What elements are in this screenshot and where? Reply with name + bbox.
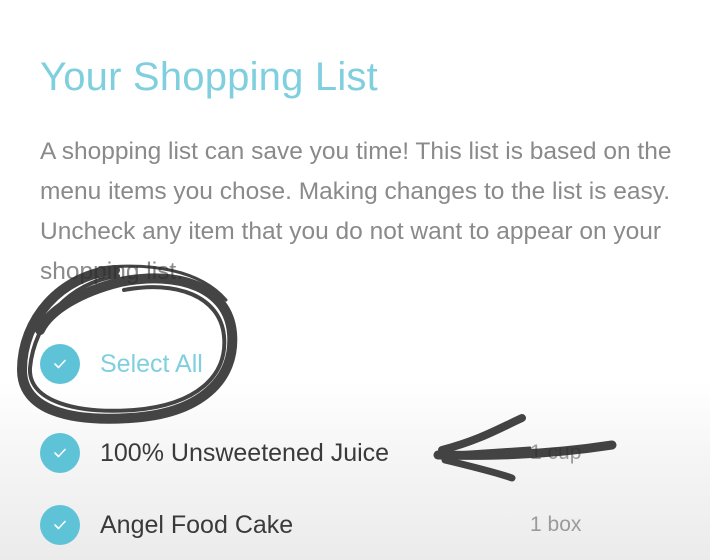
- item-quantity: 1 cup: [530, 441, 582, 464]
- list-item[interactable]: 100% Unsweetened Juice 1 cup: [40, 433, 620, 473]
- list-item[interactable]: Angel Food Cake 1 box: [40, 505, 620, 545]
- select-all-row[interactable]: Select All: [40, 344, 620, 384]
- item-quantity: 1 box: [530, 513, 582, 536]
- intro-text: A shopping list can save you time! This …: [40, 138, 672, 285]
- checkmark-icon: [54, 359, 66, 369]
- item-checkbox[interactable]: [40, 433, 80, 473]
- checkmark-icon: [54, 448, 66, 458]
- checkmark-icon: [54, 520, 66, 530]
- select-all-checkbox[interactable]: [40, 344, 80, 384]
- select-all-label[interactable]: Select All: [100, 350, 203, 379]
- item-checkbox[interactable]: [40, 505, 80, 545]
- page-title: Your Shopping List: [40, 55, 378, 99]
- item-name: Angel Food Cake: [100, 510, 294, 539]
- item-name: 100% Unsweetened Juice: [100, 438, 390, 467]
